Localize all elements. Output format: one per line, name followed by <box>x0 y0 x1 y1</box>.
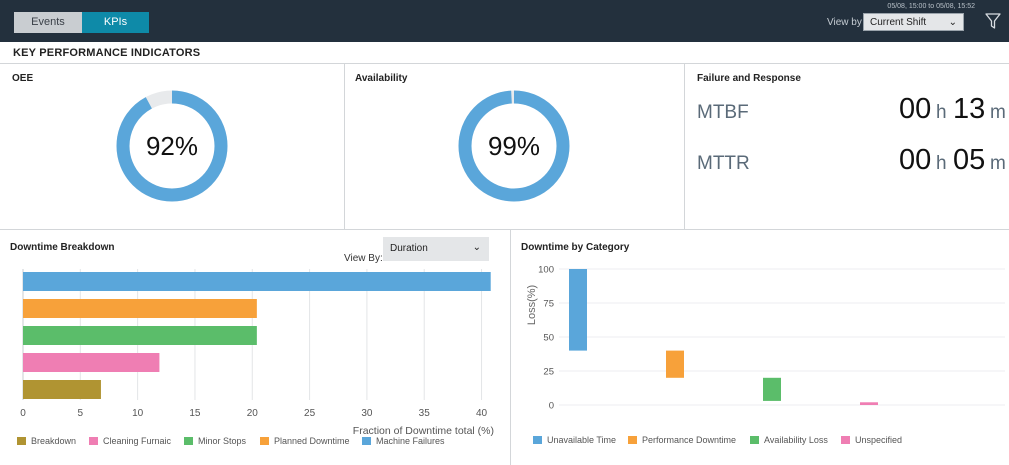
view-by-label: View by <box>827 17 862 28</box>
legend-item[interactable]: Unspecified <box>841 435 902 445</box>
downtime-category-title: Downtime by Category <box>521 242 630 253</box>
mtbf-hours: 00 <box>899 93 932 125</box>
divider <box>0 229 1009 230</box>
legend-item[interactable]: Machine Failures <box>362 436 445 446</box>
legend-swatch <box>89 437 98 445</box>
view-by-value: Current Shift <box>870 17 927 28</box>
mtbf-minutes: 13 <box>953 93 986 125</box>
x-tick-label: 25 <box>304 408 316 419</box>
view-by-select[interactable]: Current Shift ⌄ <box>863 13 964 31</box>
tab-events[interactable]: Events <box>14 12 82 33</box>
legend-label: Minor Stops <box>198 436 247 446</box>
mttr-label: MTTR <box>697 153 750 174</box>
legend-swatch <box>841 436 850 444</box>
divider <box>344 63 345 229</box>
legend-swatch <box>260 437 269 445</box>
x-tick-label: 35 <box>419 408 431 419</box>
availability-title: Availability <box>355 73 408 84</box>
downtime-category-chart: 0 25 50 75 100Loss(%) <box>526 265 1005 412</box>
filter-icon[interactable] <box>984 12 1002 30</box>
divider <box>684 63 685 229</box>
legend-item[interactable]: Performance Downtime <box>628 435 736 445</box>
breakdown-view-by-value: Duration <box>390 243 428 254</box>
mttr-hours-unit: h <box>936 153 947 174</box>
mttr-hours: 00 <box>899 144 932 176</box>
legend-swatch <box>628 436 637 444</box>
breakdown-view-by-select[interactable]: Duration ⌄ <box>383 237 489 261</box>
mttr-minutes: 05 <box>953 144 986 176</box>
y-tick-label: 100 <box>538 265 554 276</box>
bar-unspecified <box>860 402 878 405</box>
downtime-breakdown-title: Downtime Breakdown <box>10 242 115 253</box>
x-tick-label: 5 <box>78 408 84 419</box>
x-tick-label: 0 <box>20 408 26 419</box>
oee-donut: 92% <box>116 90 228 202</box>
oee-value: 92% <box>146 131 198 161</box>
bar-availability-loss <box>763 377 781 401</box>
x-tick-label: 20 <box>247 408 259 419</box>
mtbf-minutes-unit: m <box>990 102 1006 123</box>
availability-donut: 99% <box>458 90 570 202</box>
legend-label: Performance Downtime <box>642 435 737 445</box>
mtbf-hours-unit: h <box>936 102 947 123</box>
time-range: 05/08, 15:00 to 05/08, 15:52 <box>887 3 975 10</box>
legend-label: Availability Loss <box>764 435 828 445</box>
mttr-minutes-unit: m <box>990 153 1006 174</box>
legend-label: Unspecified <box>855 435 903 445</box>
y-tick-label: 25 <box>543 367 554 378</box>
legend-item[interactable]: Minor Stops <box>184 436 246 446</box>
legend-swatch <box>750 436 759 444</box>
divider <box>0 63 1009 64</box>
bar-performance-downtime <box>666 350 684 378</box>
legend-label: Machine Failures <box>376 436 445 446</box>
x-tick-label: 15 <box>189 408 201 419</box>
legend-label: Planned Downtime <box>274 436 350 446</box>
y-tick-label: 0 <box>549 401 554 412</box>
legend-label: Cleaning Furnaic <box>103 436 172 446</box>
legend-swatch <box>362 437 371 445</box>
failure-response-title: Failure and Response <box>697 73 801 84</box>
x-tick-label: 40 <box>476 408 488 419</box>
legend-swatch <box>184 437 193 445</box>
legend-label: Unavailable Time <box>547 435 617 445</box>
legend-swatch <box>17 437 26 445</box>
downtime-breakdown-chart: 0 5 10 15 20 25 30 35 40Fraction of Downtime tot… <box>20 269 494 437</box>
legend-item[interactable]: Planned Downtime <box>260 436 350 446</box>
tab-kpis[interactable]: KPIs <box>82 12 149 33</box>
bar-breakdown <box>23 380 101 399</box>
legend-item[interactable]: Cleaning Furnaic <box>89 436 171 446</box>
legend-swatch <box>533 436 542 444</box>
y-axis-label: Loss(%) <box>526 285 538 325</box>
bar-machine-failures <box>23 272 491 291</box>
bar-minor-stops <box>23 326 257 345</box>
bar-planned-downtime <box>23 299 257 318</box>
mtbf-label: MTBF <box>697 102 749 123</box>
legend-item[interactable]: Availability Loss <box>750 435 828 445</box>
chevron-down-icon: ⌄ <box>472 242 481 253</box>
y-tick-label: 75 <box>543 299 554 310</box>
oee-title: OEE <box>12 73 34 84</box>
legend-item[interactable]: Unavailable Time <box>533 435 616 445</box>
x-tick-label: 10 <box>132 408 144 419</box>
bar-unavailable-time <box>569 269 587 351</box>
chevron-down-icon: ⌄ <box>948 17 957 28</box>
y-tick-label: 50 <box>543 333 554 344</box>
availability-value: 99% <box>488 131 540 161</box>
legend-item[interactable]: Breakdown <box>17 436 76 446</box>
bar-cleaning-furnaic <box>23 353 160 372</box>
legend-label: Breakdown <box>31 436 77 446</box>
x-tick-label: 30 <box>361 408 373 419</box>
section-title: KEY PERFORMANCE INDICATORS <box>13 47 201 59</box>
